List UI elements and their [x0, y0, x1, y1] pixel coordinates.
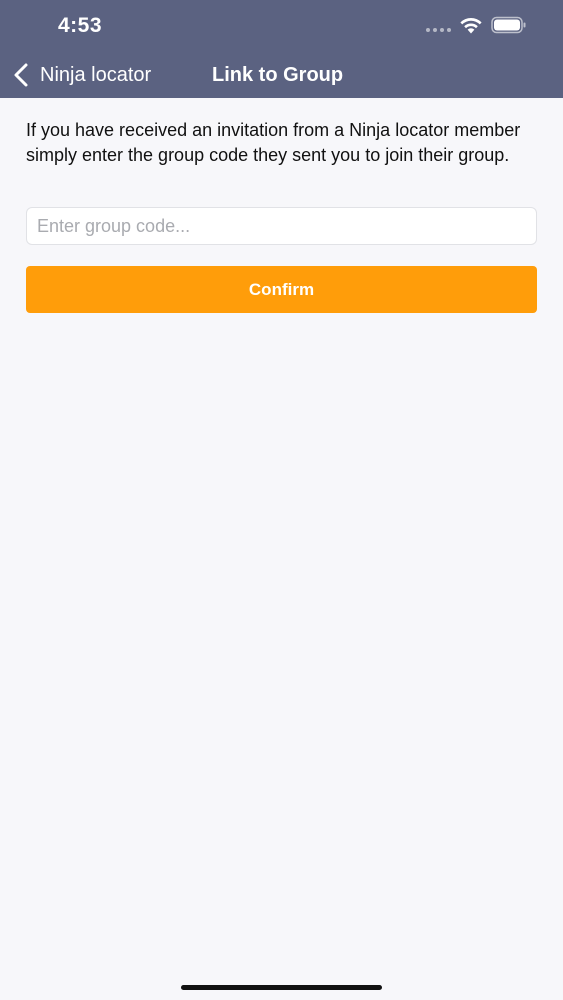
link-group-form: If you have received an invitation from …: [26, 118, 538, 313]
navigation-bar: Ninja locator Link to Group: [0, 50, 563, 98]
back-label: Ninja locator: [40, 63, 152, 86]
confirm-button[interactable]: Confirm: [26, 266, 537, 313]
instructions-text: If you have received an invitation from …: [26, 120, 521, 165]
status-bar: 4:53: [0, 0, 563, 50]
back-button[interactable]: Ninja locator: [12, 60, 151, 90]
page-title: Link to Group: [212, 64, 344, 86]
signal-icon: [426, 28, 454, 32]
home-indicator: [181, 985, 382, 990]
group-code-input[interactable]: [26, 207, 537, 245]
app-header: 4:53 Ninja locator Link to Group: [0, 0, 563, 98]
battery-icon: [491, 16, 526, 34]
chevron-left-icon: [14, 63, 28, 87]
wifi-icon: [460, 18, 482, 34]
status-time: 4:53: [58, 14, 103, 37]
